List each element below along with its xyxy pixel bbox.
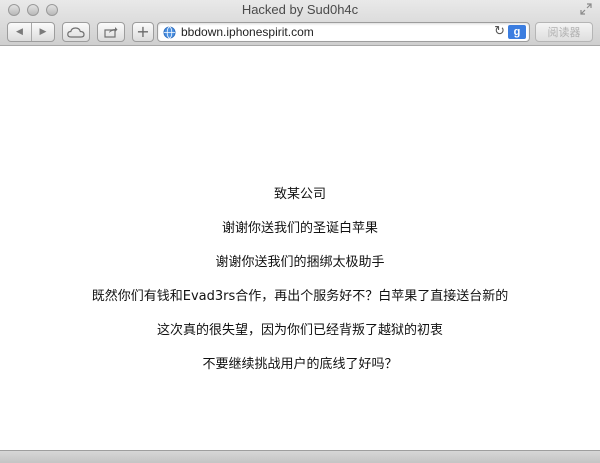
forward-arrow-icon: ▶ <box>39 27 47 37</box>
reader-button[interactable]: 阅读器 <box>535 22 593 42</box>
url-field[interactable]: bbdown.iphonespirit.com <box>181 25 314 39</box>
message-line: 致某公司 <box>273 187 326 202</box>
message-line: 谢谢你送我们的圣诞白苹果 <box>221 221 378 236</box>
forward-button[interactable]: ▶ <box>30 23 54 41</box>
back-forward-group: ◀ ▶ <box>7 22 55 42</box>
window-title: Hacked by Sud0h4c <box>241 2 359 17</box>
message-line: 这次真的很失望，因为你们已经背叛了越狱的初衷 <box>156 323 443 338</box>
browser-window: Hacked by Sud0h4c ◀ ▶ + bbdown.iphonespi… <box>0 0 600 463</box>
message-line: 谢谢你送我们的捆绑太极助手 <box>215 255 385 270</box>
search-engine-icon[interactable]: g <box>508 25 526 39</box>
address-bar[interactable]: bbdown.iphonespirit.com ↻ g <box>157 22 530 42</box>
share-icon <box>104 27 118 38</box>
reload-icon[interactable]: ↻ <box>494 24 505 39</box>
status-bar <box>0 450 600 463</box>
cloud-icon <box>67 26 85 38</box>
fullscreen-icon[interactable] <box>580 3 592 15</box>
share-button[interactable] <box>97 22 125 42</box>
browser-chrome: Hacked by Sud0h4c ◀ ▶ + bbdown.iphonespi… <box>0 0 600 46</box>
icloud-tabs-button[interactable] <box>62 22 90 42</box>
new-tab-button[interactable]: + <box>132 22 154 42</box>
page-content: 致某公司 谢谢你送我们的圣诞白苹果 谢谢你送我们的捆绑太极助手 既然你们有钱和E… <box>0 47 600 450</box>
message-line: 不要继续挑战用户的底线了好吗？ <box>202 357 398 372</box>
back-button[interactable]: ◀ <box>8 23 31 41</box>
back-arrow-icon: ◀ <box>16 27 23 37</box>
hacker-message: 致某公司 谢谢你送我们的圣诞白苹果 谢谢你送我们的捆绑太极助手 既然你们有钱和E… <box>0 185 600 389</box>
globe-icon <box>163 26 176 39</box>
message-line: 既然你们有钱和Evad3rs合作，再出个服务好不？白苹果了直接送台新的 <box>91 289 509 304</box>
